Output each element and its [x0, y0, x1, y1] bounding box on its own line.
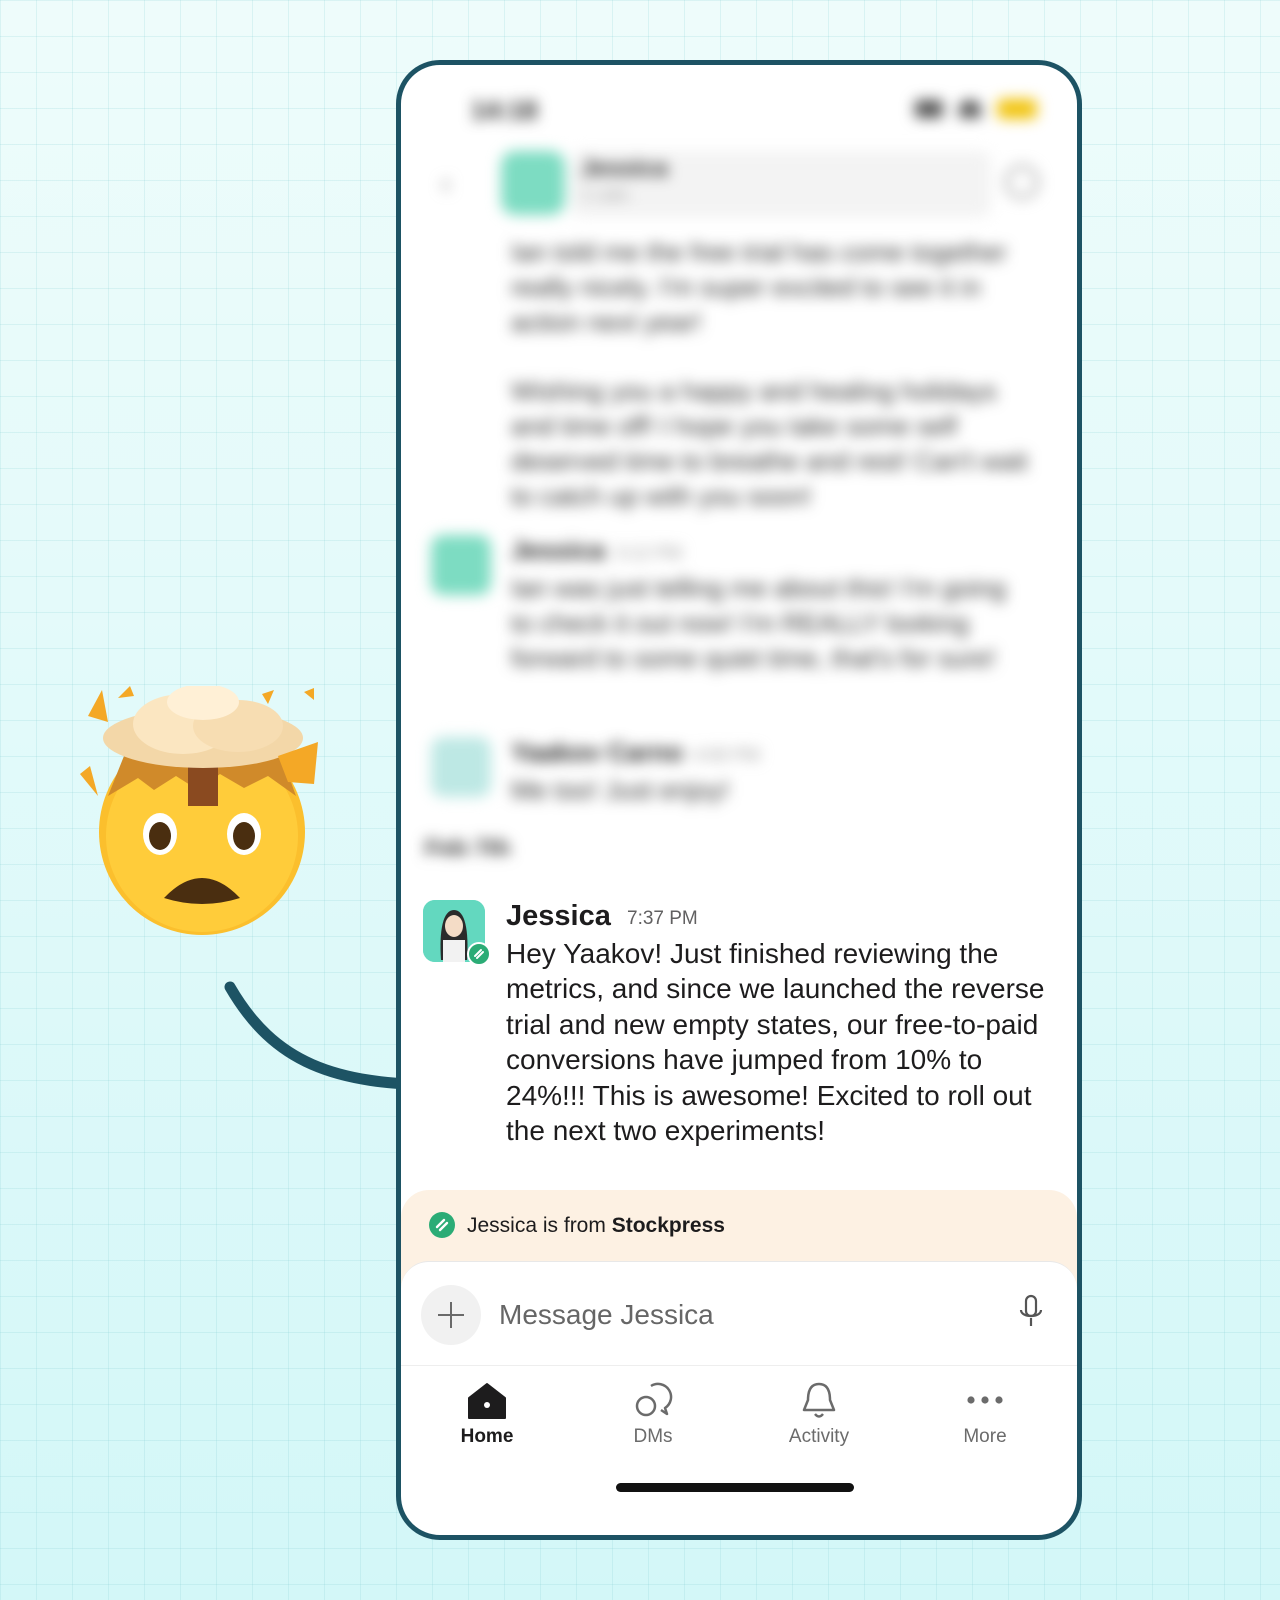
message-text: Hey Yaakov! Just finished reviewing the …: [506, 938, 1045, 1147]
microphone-icon[interactable]: [1017, 1294, 1045, 1330]
tab-activity[interactable]: Activity: [759, 1378, 879, 1448]
tab-label: Home: [460, 1426, 514, 1447]
blurred-message: Ian told me the free trial has come toge…: [511, 237, 1007, 337]
status-time: 14:18: [471, 95, 538, 125]
tab-home[interactable]: Home: [427, 1378, 547, 1448]
avatar: [431, 737, 491, 797]
sender-name[interactable]: Jessica: [506, 900, 611, 933]
blurred-sender: Jessica 3:12 PM: [511, 535, 683, 565]
blurred-messages: Ian told me the free trial has come toge…: [511, 235, 1043, 548]
add-attachment-button[interactable]: [421, 1285, 481, 1345]
blurred-chat-history: 14:18 ‹ Jessica 1 Labs Ian told me the f…: [401, 65, 1077, 895]
tab-more[interactable]: More: [925, 1378, 1045, 1448]
phone-frame: 14:18 ‹ Jessica 1 Labs Ian told me the f…: [396, 60, 1082, 1540]
status-icons: [915, 99, 1037, 119]
status-bar: 14:18: [471, 95, 1037, 125]
blurred-sender: Yaakov Carno 4:00 PM: [511, 737, 761, 767]
tab-label: Activity: [788, 1426, 850, 1447]
headphones-icon[interactable]: [1005, 165, 1039, 199]
chat-header: ‹ Jessica 1 Labs: [431, 151, 1047, 217]
home-indicator: [616, 1483, 854, 1492]
message-composer: [401, 1261, 1077, 1372]
tab-label: DMs: [633, 1426, 673, 1447]
bell-icon: [802, 1382, 836, 1418]
message-time: 7:37 PM: [627, 908, 698, 929]
external-badge-icon: [467, 942, 491, 966]
signal-icon: [915, 100, 943, 118]
blurred-text: Ian was just telling me about this! I'm …: [511, 573, 1006, 673]
external-org-text: Jessica is from Stockpress: [467, 1214, 725, 1237]
more-icon: [967, 1396, 1003, 1404]
mind-blown-emoji-icon: [80, 686, 318, 935]
dms-icon: [635, 1382, 673, 1417]
avatar: [431, 535, 491, 595]
tab-label: More: [963, 1426, 1007, 1447]
battery-icon: [997, 99, 1037, 119]
back-icon[interactable]: ‹: [441, 167, 451, 201]
home-icon: [468, 1383, 506, 1419]
external-org-icon: [429, 1212, 455, 1238]
header-name: Jessica: [581, 155, 668, 182]
blurred-text: Me too! Just enjoy!: [511, 775, 730, 805]
fade-overlay: [401, 855, 1077, 895]
header-subtitle: 1 Labs: [581, 187, 630, 204]
message-input[interactable]: [497, 1292, 961, 1338]
blurred-message: Wishing you a happy and healing holidays…: [511, 376, 1028, 511]
tab-bar: Home DMs Activity More: [401, 1365, 1077, 1476]
tab-dms[interactable]: DMs: [593, 1378, 713, 1448]
header-avatar: [501, 151, 565, 215]
wifi-icon: [959, 100, 981, 118]
